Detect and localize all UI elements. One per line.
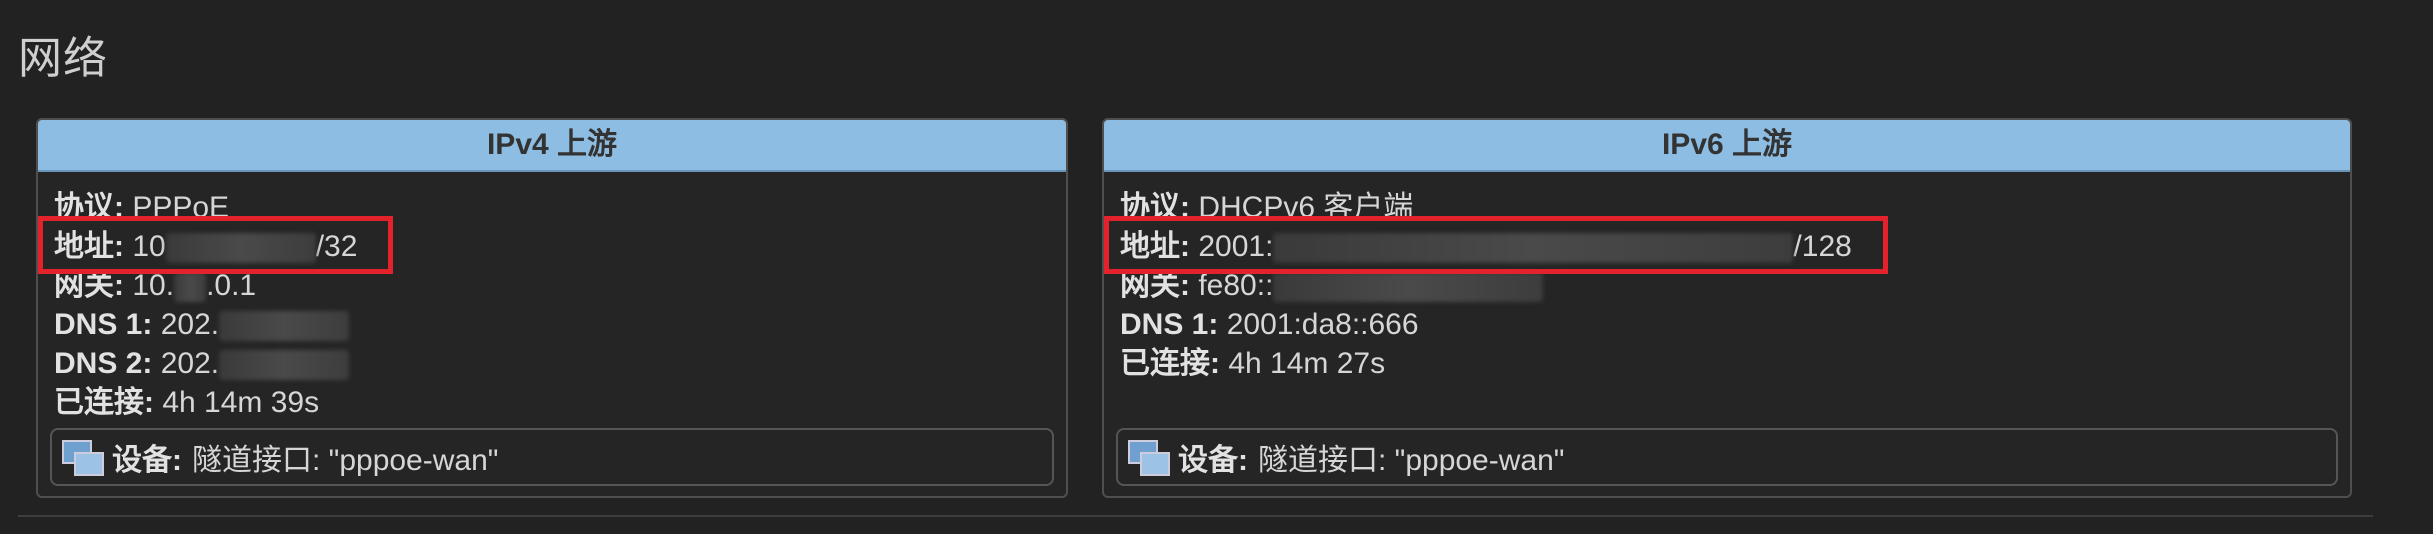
network-device-icon: [1128, 438, 1170, 476]
network-device-icon: [62, 438, 104, 476]
ipv4-device-label: 设备:: [112, 444, 182, 477]
ipv4-panel-header: IPv4 上游: [38, 120, 1066, 172]
ipv4-dns2-redacted: [219, 350, 350, 381]
ipv4-dns2-value: 202.: [160, 347, 220, 380]
ipv6-device-value: 隧道接口: "pppoe-wan": [1258, 444, 1565, 477]
ipv6-device-label: 设备:: [1178, 444, 1248, 477]
ipv4-address-highlight: [38, 216, 393, 274]
ipv4-dns1-redacted: [219, 311, 350, 342]
ipv4-dns1-value: 202.: [160, 308, 220, 341]
ipv6-gateway-redacted: [1273, 272, 1544, 303]
ipv6-connected-row: 已连接: 4h 14m 27s: [1120, 344, 2334, 383]
ipv4-dns1-label: DNS 1:: [54, 308, 153, 341]
ipv6-dns1-value: 2001:da8::666: [1226, 308, 1419, 341]
ipv6-panel-header: IPv6 上游: [1104, 120, 2350, 172]
ipv4-device-box: 设备: 隧道接口: "pppoe-wan": [50, 428, 1054, 486]
ipv6-dns1-label: DNS 1:: [1120, 308, 1219, 341]
ipv4-connected-value: 4h 14m 39s: [162, 386, 320, 419]
ipv6-device-box: 设备: 隧道接口: "pppoe-wan": [1116, 428, 2338, 486]
ipv4-gateway-redacted: [174, 272, 207, 303]
ipv6-connected-value: 4h 14m 27s: [1228, 347, 1386, 380]
section-divider: [18, 515, 2373, 517]
ipv4-device-value: 隧道接口: "pppoe-wan": [192, 444, 499, 477]
ipv4-dns1-row: DNS 1: 202.: [54, 305, 1050, 344]
ipv4-dns2-row: DNS 2: 202.: [54, 344, 1050, 383]
ipv6-address-highlight: [1104, 216, 1888, 274]
ipv4-connected-row: 已连接: 4h 14m 39s: [54, 383, 1050, 422]
ipv6-connected-label: 已连接:: [1120, 347, 1220, 380]
ipv4-dns2-label: DNS 2:: [54, 347, 153, 380]
section-title: 网络: [18, 34, 108, 83]
ipv6-upstream-panel: IPv6 上游 协议: DHCPv6 客户端 地址: 2001:/128 网关:…: [1102, 118, 2352, 498]
ipv4-upstream-panel: IPv4 上游 协议: PPPoE 地址: 10/32 网关: 10. .0.1 …: [36, 118, 1068, 498]
ipv4-connected-label: 已连接:: [54, 386, 154, 419]
ipv6-dns1-row: DNS 1: 2001:da8::666: [1120, 305, 2334, 344]
